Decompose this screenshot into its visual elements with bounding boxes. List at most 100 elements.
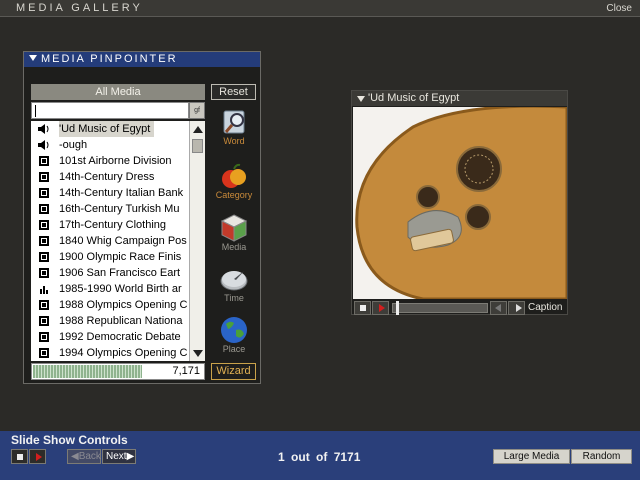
tool-time-label: Time [224, 293, 244, 303]
list-item[interactable]: 1988 Olympics Opening C [31, 297, 189, 313]
slideshow-title: Slide Show Controls [11, 433, 128, 447]
tool-place-label: Place [222, 344, 246, 354]
list-item-label: 1988 Olympics Opening C [59, 299, 188, 311]
viewer-play-button[interactable] [372, 301, 389, 315]
video-icon [37, 299, 51, 311]
speaker-icon [37, 123, 51, 135]
viewer-seek-bar[interactable] [392, 301, 488, 315]
tool-place[interactable]: Place [210, 314, 258, 354]
results-count: 7,171 [172, 365, 200, 377]
sundial-icon [220, 271, 248, 291]
list-item-label: 1900 Olympic Race Finis [59, 251, 182, 263]
list-item[interactable]: 1906 San Francisco Eart [31, 265, 189, 281]
tool-time[interactable]: Time [210, 263, 258, 303]
list-item[interactable]: -ough [31, 137, 189, 153]
list-scrollbar[interactable] [189, 121, 205, 361]
wizard-button[interactable]: Wizard [211, 363, 256, 380]
search-go-button[interactable]: gf [189, 102, 205, 119]
media-cube-icon [220, 214, 248, 242]
next-button-label: Next [106, 451, 127, 462]
video-icon [37, 331, 51, 343]
tool-category-label: Category [215, 190, 253, 200]
scroll-thumb[interactable] [192, 139, 203, 153]
results-meter [33, 365, 142, 378]
large-media-button[interactable]: Large Media [493, 449, 570, 464]
caption-button[interactable]: Caption [528, 302, 562, 313]
dictionary-icon [223, 110, 245, 134]
list-item[interactable]: 16th-Century Turkish Mu [31, 201, 189, 217]
list-item[interactable]: 1994 Olympics Opening C [31, 345, 189, 361]
scroll-down-arrow-icon[interactable] [193, 350, 203, 357]
viewer-stop-button[interactable] [354, 301, 371, 315]
collapse-triangle-icon[interactable] [29, 55, 37, 61]
list-item-label: 14th-Century Italian Bank [59, 187, 184, 199]
video-icon [37, 267, 51, 279]
tool-category[interactable]: Category [210, 160, 258, 200]
list-item[interactable]: 14th-Century Italian Bank [31, 185, 189, 201]
slideshow-stop-button[interactable] [11, 449, 28, 464]
viewer-seek-knob[interactable] [395, 301, 399, 315]
slideshow-bar: Slide Show Controls ◀Back Next▶ 1 out of… [0, 431, 640, 480]
viewer-header[interactable]: 'Ud Music of Egypt [352, 91, 567, 106]
chart-icon [37, 283, 51, 295]
video-icon [37, 203, 51, 215]
list-item[interactable]: 1988 Republican Nationa [31, 313, 189, 329]
list-item[interactable]: 1985-1990 World Birth ar [31, 281, 189, 297]
tool-media-label: Media [221, 242, 247, 252]
text-cursor [35, 105, 36, 117]
video-icon [37, 235, 51, 247]
list-item[interactable]: 101st Airborne Division [31, 153, 189, 169]
video-icon [37, 155, 51, 167]
back-button[interactable]: ◀Back [67, 449, 101, 464]
list-item[interactable]: 17th-Century Clothing [31, 217, 189, 233]
list-item-label: 1988 Republican Nationa [59, 315, 183, 327]
list-item[interactable]: 'Ud Music of Egypt [31, 121, 189, 137]
video-icon [37, 347, 51, 359]
pinpointer-title: MEDIA PINPOINTER [41, 53, 178, 65]
media-filter[interactable]: All Media [31, 84, 205, 100]
list-item-label: 101st Airborne Division [59, 155, 172, 167]
slideshow-play-button[interactable] [29, 449, 46, 464]
slide-current: 1 [278, 450, 285, 464]
viewer-step-forward-button[interactable] [508, 301, 525, 315]
pinpointer-header[interactable]: MEDIA PINPOINTER [24, 52, 260, 67]
list-item[interactable]: 1992 Democratic Debate [31, 329, 189, 345]
search-input[interactable] [31, 102, 189, 119]
video-icon [37, 187, 51, 199]
list-item-label: 1992 Democratic Debate [59, 331, 181, 343]
list-item[interactable]: 14th-Century Dress [31, 169, 189, 185]
title-bar: MEDIA GALLERY Close [0, 0, 640, 17]
list-item-label: 1994 Olympics Opening C [59, 347, 188, 359]
viewer-step-back-button[interactable] [490, 301, 507, 315]
tool-word[interactable]: Word [210, 106, 258, 146]
apple-icon [222, 163, 246, 188]
list-item-label: 17th-Century Clothing [59, 219, 167, 231]
close-button[interactable]: Close [606, 3, 632, 14]
tool-media[interactable]: Media [210, 212, 258, 252]
media-list[interactable]: 'Ud Music of Egypt -ough 101st Airborne Di… [31, 121, 189, 361]
next-button[interactable]: Next▶ [102, 449, 136, 464]
media-viewer: 'Ud Music of Egypt Caption [351, 90, 568, 315]
list-item[interactable]: 1900 Olympic Race Finis [31, 249, 189, 265]
results-counter: 7,171 [31, 363, 205, 380]
video-icon [37, 251, 51, 263]
viewer-title: 'Ud Music of Egypt [368, 92, 460, 104]
list-item-label: 16th-Century Turkish Mu [59, 203, 180, 215]
list-item-label: 1985-1990 World Birth ar [59, 283, 182, 295]
viewer-collapse-icon[interactable] [357, 96, 365, 102]
list-item-label: 1906 San Francisco Eart [59, 267, 181, 279]
oud-instrument-image [353, 107, 567, 299]
reset-button[interactable]: Reset [211, 84, 256, 100]
random-button[interactable]: Random [571, 449, 632, 464]
slide-total: 7171 [333, 450, 361, 464]
tool-word-label: Word [223, 136, 245, 146]
speaker-icon [37, 139, 51, 151]
app-title: MEDIA GALLERY [16, 2, 143, 14]
slide-out-of: out of [291, 450, 328, 464]
list-item-label: -ough [59, 139, 88, 151]
back-button-label: Back [78, 451, 101, 462]
scroll-up-arrow-icon[interactable] [193, 126, 203, 133]
globe-icon [221, 317, 247, 343]
video-icon [37, 315, 51, 327]
list-item[interactable]: 1840 Whig Campaign Pos [31, 233, 189, 249]
